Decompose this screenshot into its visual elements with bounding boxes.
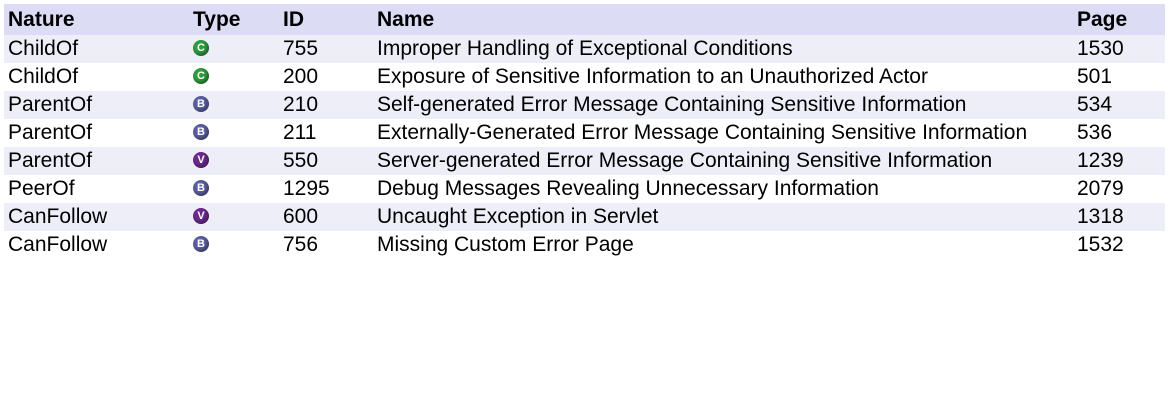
cell-id: 211 (279, 119, 373, 147)
cell-id: 200 (279, 63, 373, 91)
type-B-icon: B (193, 179, 209, 196)
cell-page: 501 (1073, 63, 1165, 91)
cell-name: Improper Handling of Exceptional Conditi… (373, 35, 1073, 63)
table-row: ParentOf V 550 Server-generated Error Messa… (4, 147, 1165, 175)
cell-name: Externally-Generated Error Message Conta… (373, 119, 1073, 147)
header-id: ID (279, 4, 373, 35)
cell-nature: CanFollow (4, 231, 189, 259)
cell-name: Self-generated Error Message Containing … (373, 91, 1073, 119)
cell-nature: CanFollow (4, 203, 189, 231)
header-row: Nature Type ID Name Page (4, 4, 1165, 35)
table-row: ChildOf C 200 Exposure of Sensitive Informa… (4, 63, 1165, 91)
table-row: ParentOf B 210 Self-generated Error Message… (4, 91, 1165, 119)
table-row: CanFollow B 756 Missing Custom Error Page 15… (4, 231, 1165, 259)
cell-type: C (189, 35, 279, 63)
table-body: ChildOf C 755 Improper Handling of Exceptio… (4, 35, 1165, 259)
table-row: ParentOf B 211 Externally-Generated Error M… (4, 119, 1165, 147)
type-B-icon: B (193, 123, 209, 140)
cell-nature: ParentOf (4, 91, 189, 119)
type-V-icon: V (193, 207, 209, 224)
cell-type: V (189, 147, 279, 175)
cell-name: Server-generated Error Message Containin… (373, 147, 1073, 175)
cell-page: 2079 (1073, 175, 1165, 203)
cell-type: B (189, 231, 279, 259)
type-V-icon: V (193, 151, 209, 168)
type-B-icon: B (193, 235, 209, 252)
cell-page: 1239 (1073, 147, 1165, 175)
cell-nature: ParentOf (4, 147, 189, 175)
cell-nature: ChildOf (4, 63, 189, 91)
cell-nature: ChildOf (4, 35, 189, 63)
cell-page: 1532 (1073, 231, 1165, 259)
cell-id: 600 (279, 203, 373, 231)
table-row: CanFollow V 600 Uncaught Exception in Servl… (4, 203, 1165, 231)
cell-type: B (189, 91, 279, 119)
cell-page: 1318 (1073, 203, 1165, 231)
header-nature: Nature (4, 4, 189, 35)
type-C-icon: C (193, 67, 209, 84)
type-B-icon: B (193, 95, 209, 112)
cell-id: 210 (279, 91, 373, 119)
cell-type: C (189, 63, 279, 91)
cell-page: 534 (1073, 91, 1165, 119)
relationships-table: Nature Type ID Name Page ChildOf C 755 Impr… (4, 4, 1165, 259)
cell-id: 755 (279, 35, 373, 63)
header-type: Type (189, 4, 279, 35)
cell-id: 550 (279, 147, 373, 175)
cell-type: V (189, 203, 279, 231)
cell-name: Debug Messages Revealing Unnecessary Inf… (373, 175, 1073, 203)
cell-nature: ParentOf (4, 119, 189, 147)
cell-id: 1295 (279, 175, 373, 203)
cell-type: B (189, 119, 279, 147)
cell-type: B (189, 175, 279, 203)
header-name: Name (373, 4, 1073, 35)
cell-name: Missing Custom Error Page (373, 231, 1073, 259)
cell-id: 756 (279, 231, 373, 259)
header-page: Page (1073, 4, 1165, 35)
table-row: PeerOf B 1295 Debug Messages Revealing Unne… (4, 175, 1165, 203)
table-row: ChildOf C 755 Improper Handling of Exceptio… (4, 35, 1165, 63)
type-C-icon: C (193, 39, 209, 56)
cell-name: Uncaught Exception in Servlet (373, 203, 1073, 231)
cell-page: 536 (1073, 119, 1165, 147)
cell-nature: PeerOf (4, 175, 189, 203)
cell-name: Exposure of Sensitive Information to an … (373, 63, 1073, 91)
cell-page: 1530 (1073, 35, 1165, 63)
